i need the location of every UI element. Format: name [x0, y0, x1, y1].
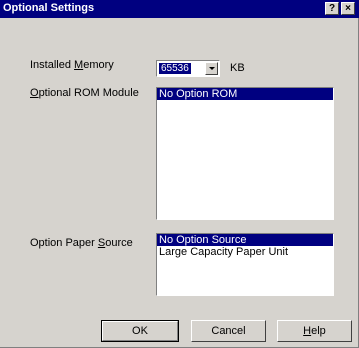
close-title-button[interactable]: × [341, 2, 355, 15]
rom-listbox[interactable]: No Option ROM [156, 87, 334, 220]
paper-source-listbox[interactable]: No Option Source Large Capacity Paper Un… [156, 233, 334, 296]
window-title: Optional Settings [3, 2, 95, 14]
list-item[interactable]: Large Capacity Paper Unit [157, 246, 333, 258]
chevron-down-icon[interactable] [205, 62, 218, 75]
ok-button[interactable]: OK [101, 320, 179, 342]
help-title-button[interactable]: ? [325, 2, 339, 15]
list-item[interactable]: No Option ROM [157, 88, 333, 100]
cancel-button[interactable]: Cancel [191, 320, 266, 342]
installed-memory-combo[interactable]: 65536 [156, 60, 220, 77]
optional-settings-dialog: Optional Settings ? × Installed Memory 6… [0, 0, 359, 348]
optional-rom-label: Optional ROM Module [30, 87, 139, 99]
help-button[interactable]: Help [277, 320, 352, 342]
title-bar: Optional Settings ? × [0, 0, 359, 18]
installed-memory-label: Installed Memory [30, 59, 114, 71]
paper-source-label: Option Paper Source [30, 237, 133, 249]
installed-memory-value: 65536 [159, 63, 191, 74]
list-item[interactable]: No Option Source [157, 234, 333, 246]
memory-unit-label: KB [230, 62, 245, 74]
